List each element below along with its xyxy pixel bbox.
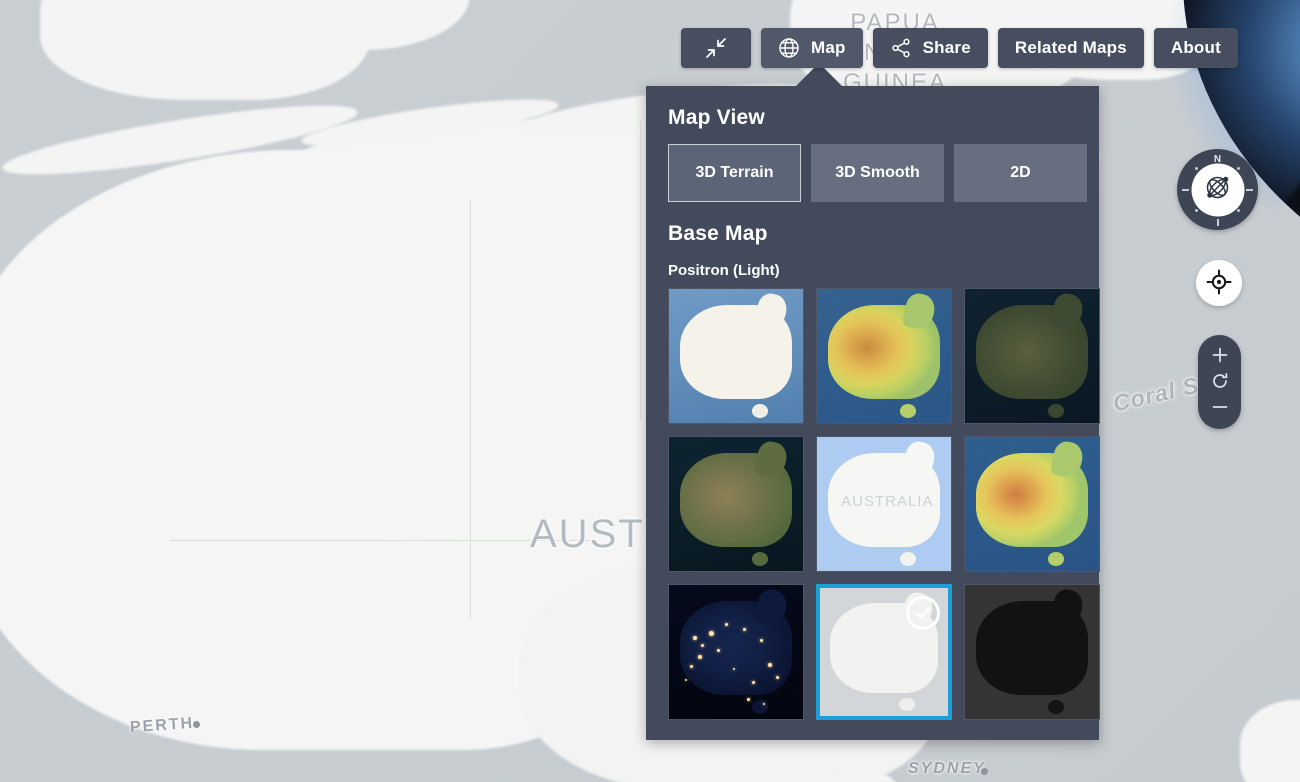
about-button-label: About [1171,38,1221,58]
share-button[interactable]: Share [873,28,988,68]
share-button-label: Share [923,38,971,58]
map-view-option-label: 2D [1010,164,1030,182]
base-map-current-label: Positron (Light) [668,262,1087,279]
map-view-heading: Map View [668,106,1087,130]
geolocate-button[interactable] [1196,260,1242,306]
reset-rotate-icon [1211,372,1229,393]
basemap-thumb-positron-light[interactable] [816,584,952,720]
basemap-thumb-elevation-relief[interactable] [964,436,1100,572]
base-map-heading: Base Map [668,222,1087,246]
minus-icon [1211,398,1229,419]
plus-icon [1211,346,1229,367]
base-map-section: Base Map [658,202,1087,246]
globe-icon [778,37,800,59]
landmass-sulawesi-arm [235,0,295,80]
share-nodes-icon [890,37,912,59]
basemap-thumb-terrain-light[interactable] [668,288,804,424]
compass-east-tick [1246,189,1253,191]
basemap-thumb-satellite[interactable] [668,436,804,572]
top-toolbar: Map Share Related Maps About [681,28,1238,68]
map-view-option-label: 3D Smooth [835,164,919,182]
related-maps-button-label: Related Maps [1015,38,1127,58]
gyroscope-icon [1202,171,1234,208]
map-view-option-2d[interactable]: 2D [954,144,1087,202]
landmass-new-zealand [1240,700,1300,782]
map-view-options: 3D Terrain 3D Smooth 2D [668,144,1087,202]
check-icon [913,603,933,623]
map-button-label: Map [811,38,846,58]
map-view-option-3d-smooth[interactable]: 3D Smooth [811,144,944,202]
basemap-thumb-dark-matter[interactable] [964,584,1100,720]
city-marker-sydney [981,768,988,775]
compass-south-tick [1217,219,1219,226]
state-boundary-line [470,200,471,620]
related-maps-button[interactable]: Related Maps [998,28,1144,68]
reset-bearing-button[interactable] [1198,369,1241,395]
compass-west-tick [1182,189,1189,191]
zoom-controls [1198,335,1241,429]
zoom-in-button[interactable] [1198,343,1241,369]
compass-inner-disc[interactable] [1191,163,1244,216]
compass-tick [1237,209,1240,212]
compass-tick [1195,209,1198,212]
basemap-thumb-topographic-color[interactable] [816,288,952,424]
crosshair-target-icon [1206,269,1232,298]
basemap-thumb-night-lights[interactable] [668,584,804,720]
map-settings-panel: Map View 3D Terrain 3D Smooth 2D Base Ma… [646,86,1099,740]
basemap-thumb-watermark: AUSTRALIA [841,493,933,510]
compass-tick [1195,167,1198,170]
city-marker-perth [193,721,200,728]
map-view-option-3d-terrain[interactable]: 3D Terrain [668,144,801,202]
basemap-thumb-street-light[interactable]: AUSTRALIA [816,436,952,572]
compass-tick [1237,167,1240,170]
map-view-option-label: 3D Terrain [696,164,774,182]
collapse-button[interactable] [681,28,751,68]
map-label-sydney: SYDNEY [908,760,986,778]
collapse-arrows-icon [705,37,727,59]
selected-check-badge [906,596,940,630]
map-button[interactable]: Map [761,28,863,68]
state-boundary-line [640,120,641,420]
about-button[interactable]: About [1154,28,1238,68]
map-view-section: Map View [658,86,1087,130]
base-map-thumbnail-grid: AUSTRALIA [668,288,1087,720]
state-boundary-line [170,540,590,541]
compass-control[interactable]: N [1177,149,1258,230]
map-application: AUSTRA PAPUANEWGUINEA Coral Sea PERTH SY… [0,0,1300,782]
basemap-thumb-satellite-dark[interactable] [964,288,1100,424]
night-lights-overlay [669,585,803,719]
zoom-out-button[interactable] [1198,395,1241,421]
